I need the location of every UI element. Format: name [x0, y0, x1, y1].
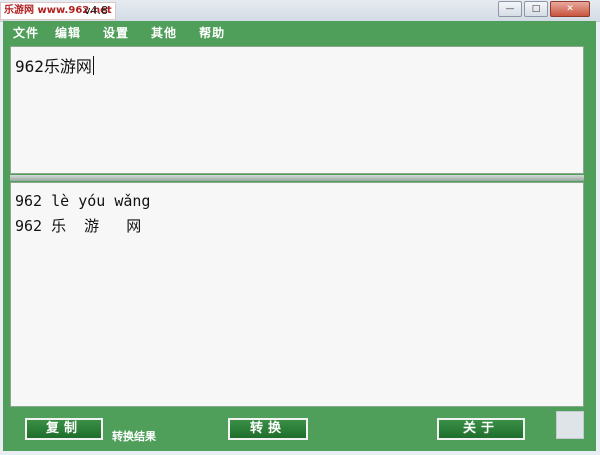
- app-window: 乐游网 www.962.net v4.8 — □ ✕ 文件 编辑 设置 其他 帮…: [0, 0, 600, 455]
- text-caret: [92, 56, 94, 75]
- about-button[interactable]: 关于: [437, 418, 525, 440]
- pinyin-line: 962 lè yóu wǎng: [15, 192, 151, 210]
- minimize-button[interactable]: —: [498, 1, 522, 17]
- convert-button[interactable]: 转换: [228, 418, 308, 440]
- pane-splitter[interactable]: [10, 175, 584, 181]
- window-controls: — □ ✕: [496, 1, 590, 17]
- copy-button[interactable]: 复制: [25, 418, 103, 440]
- close-window-button[interactable]: ✕: [550, 1, 590, 17]
- title-bar[interactable]: 乐游网 www.962.net v4.8 — □ ✕: [0, 0, 600, 22]
- client-area: 文件 编辑 设置 其他 帮助 962乐游网 962 lè yóu wǎng 962…: [3, 21, 596, 451]
- bottom-toolbar: 复制 转换结果 转换 关于: [3, 411, 596, 451]
- result-label: 转换结果: [112, 430, 156, 443]
- menu-bar: 文件 编辑 设置 其他 帮助: [3, 21, 596, 43]
- menu-other[interactable]: 其他: [151, 24, 177, 41]
- hanzi-line: 962 乐 游 网: [15, 217, 142, 235]
- menu-settings[interactable]: 设置: [103, 24, 129, 41]
- menu-file[interactable]: 文件: [13, 24, 39, 41]
- menu-edit[interactable]: 编辑: [55, 24, 81, 41]
- chinese-input-textarea[interactable]: 962乐游网: [10, 46, 584, 174]
- menu-help[interactable]: 帮助: [199, 24, 225, 41]
- pinyin-output-textarea[interactable]: 962 lè yóu wǎng 962 乐 游 网: [10, 182, 584, 407]
- input-text: 962乐游网: [15, 57, 92, 76]
- window-title-version: v4.8: [84, 4, 109, 17]
- resize-grip[interactable]: [556, 411, 584, 439]
- maximize-button[interactable]: □: [524, 1, 548, 17]
